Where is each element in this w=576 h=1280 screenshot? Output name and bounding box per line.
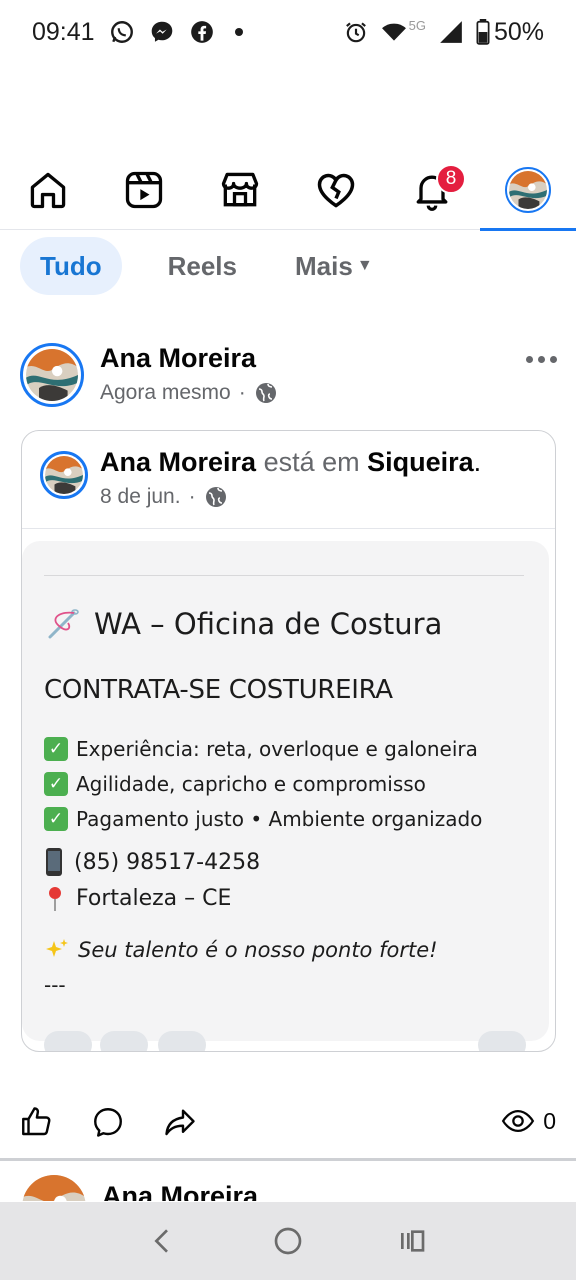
notification-dot [234,28,243,36]
list-item: ✓ Pagamento justo • Ambiente organizado [44,801,482,836]
chip-more[interactable]: Mais ▼ [283,237,385,295]
phone-icon [44,847,64,877]
list-item: ✓ Agilidade, capricho e compromisso [44,766,482,801]
home-button[interactable] [268,1221,308,1261]
back-button[interactable] [143,1221,183,1261]
shared-post-date[interactable]: 8 de jun. [100,485,181,509]
post-content: WA – Oficina de Costura CONTRATA-SE COST… [22,541,549,1051]
battery-level: 50% [493,17,544,46]
share-icon [165,1109,195,1136]
check-icon: ✓ [44,806,68,831]
comment-button[interactable] [88,1102,128,1142]
phone-number: (85) 98517-4258 [74,849,261,875]
nav-dating[interactable] [288,150,384,230]
location-line: Fortaleza – CE [44,883,231,913]
check-icon: ✓ [44,736,68,761]
chip-reels[interactable]: Reels [156,237,249,295]
chip-all[interactable]: Tudo [20,237,122,295]
network-type: 5G [408,17,426,33]
nav-marketplace[interactable] [192,150,288,230]
caret-down-icon: ▼ [356,257,373,274]
facebook-icon [189,19,215,45]
top-nav: 8 [0,150,576,231]
view-count: 0 [501,1104,556,1138]
recents-icon [401,1230,425,1252]
nav-video[interactable] [96,150,192,230]
shared-post-line: Ana Moreira está em Siqueira. [100,447,482,477]
post-meta: Agora mesmo · [100,381,278,405]
list-item: ✓ Experiência: reta, overloque e galoneir… [44,731,482,766]
nav-notifications[interactable]: 8 [384,150,480,230]
nav-profile[interactable] [480,150,576,231]
share-button[interactable] [160,1102,200,1142]
shared-post-meta: 8 de jun. · [100,485,228,509]
needle-thread-icon [44,605,82,643]
author-avatar[interactable] [20,343,84,407]
home-icon [30,172,66,208]
shared-author-name[interactable]: Ana Moreira [100,447,256,477]
clock: 09:41 [32,17,95,46]
heart-icon [317,173,355,207]
shared-post-card[interactable]: Ana Moreira está em Siqueira. 8 de jun. … [21,430,556,1052]
next-post-avatar[interactable] [22,1175,86,1201]
phone-line: (85) 98517-4258 [44,847,260,877]
whatsapp-icon [109,19,135,45]
thumbs-up-icon [22,1107,51,1136]
post-time[interactable]: Agora mesmo [100,381,231,405]
next-post-author[interactable]: Ana Moreira [102,1181,258,1201]
recents-button[interactable] [393,1221,433,1261]
globe-icon [204,485,228,509]
check-icon: ✓ [44,771,68,796]
video-icon [125,171,163,208]
eye-icon [502,1109,535,1133]
shared-place[interactable]: Siqueira [367,447,474,477]
divider [44,575,524,576]
author-name[interactable]: Ana Moreira [100,343,256,374]
filter-chips: Tudo Reels Mais ▼ [20,237,385,295]
avatar [505,166,551,213]
sparkles-icon [44,937,70,963]
battery-icon [476,19,490,45]
slogan: Seu talento é o nosso ponto forte! [44,937,438,963]
separator-dashes: --- [44,973,66,997]
alarm-icon [343,19,369,45]
location-pin-icon [44,883,66,913]
back-chevron-icon [154,1229,168,1253]
requirements-list: ✓ Experiência: reta, overloque e galoneir… [44,731,482,836]
home-circle-icon [274,1227,302,1255]
shared-post-header: Ana Moreira está em Siqueira. 8 de jun. … [22,431,555,529]
signal-icon [438,19,464,45]
content-title: WA – Oficina de Costura [44,605,442,643]
status-bar: 09:41 5G 50% [0,0,576,64]
shared-verb: está em [263,447,360,477]
like-button[interactable] [16,1102,56,1142]
comment-icon [94,1108,122,1137]
post-header: Ana Moreira Agora mesmo · [20,343,560,413]
notification-badge: 8 [436,163,466,194]
messenger-icon [149,19,175,45]
wifi-icon [381,19,407,45]
more-options-icon[interactable] [526,349,560,369]
system-navigation-bar [0,1202,576,1280]
globe-icon [254,381,278,405]
location-text: Fortaleza – CE [76,885,232,911]
post-actions: 0 [0,1092,576,1150]
content-subtitle: CONTRATA-SE COSTUREIRA [44,675,393,705]
faded-reactions [44,1031,526,1051]
nav-home[interactable] [0,150,96,230]
marketplace-icon [221,172,259,206]
shared-author-avatar[interactable] [40,451,88,499]
next-post[interactable]: Ana Moreira [0,1161,576,1201]
